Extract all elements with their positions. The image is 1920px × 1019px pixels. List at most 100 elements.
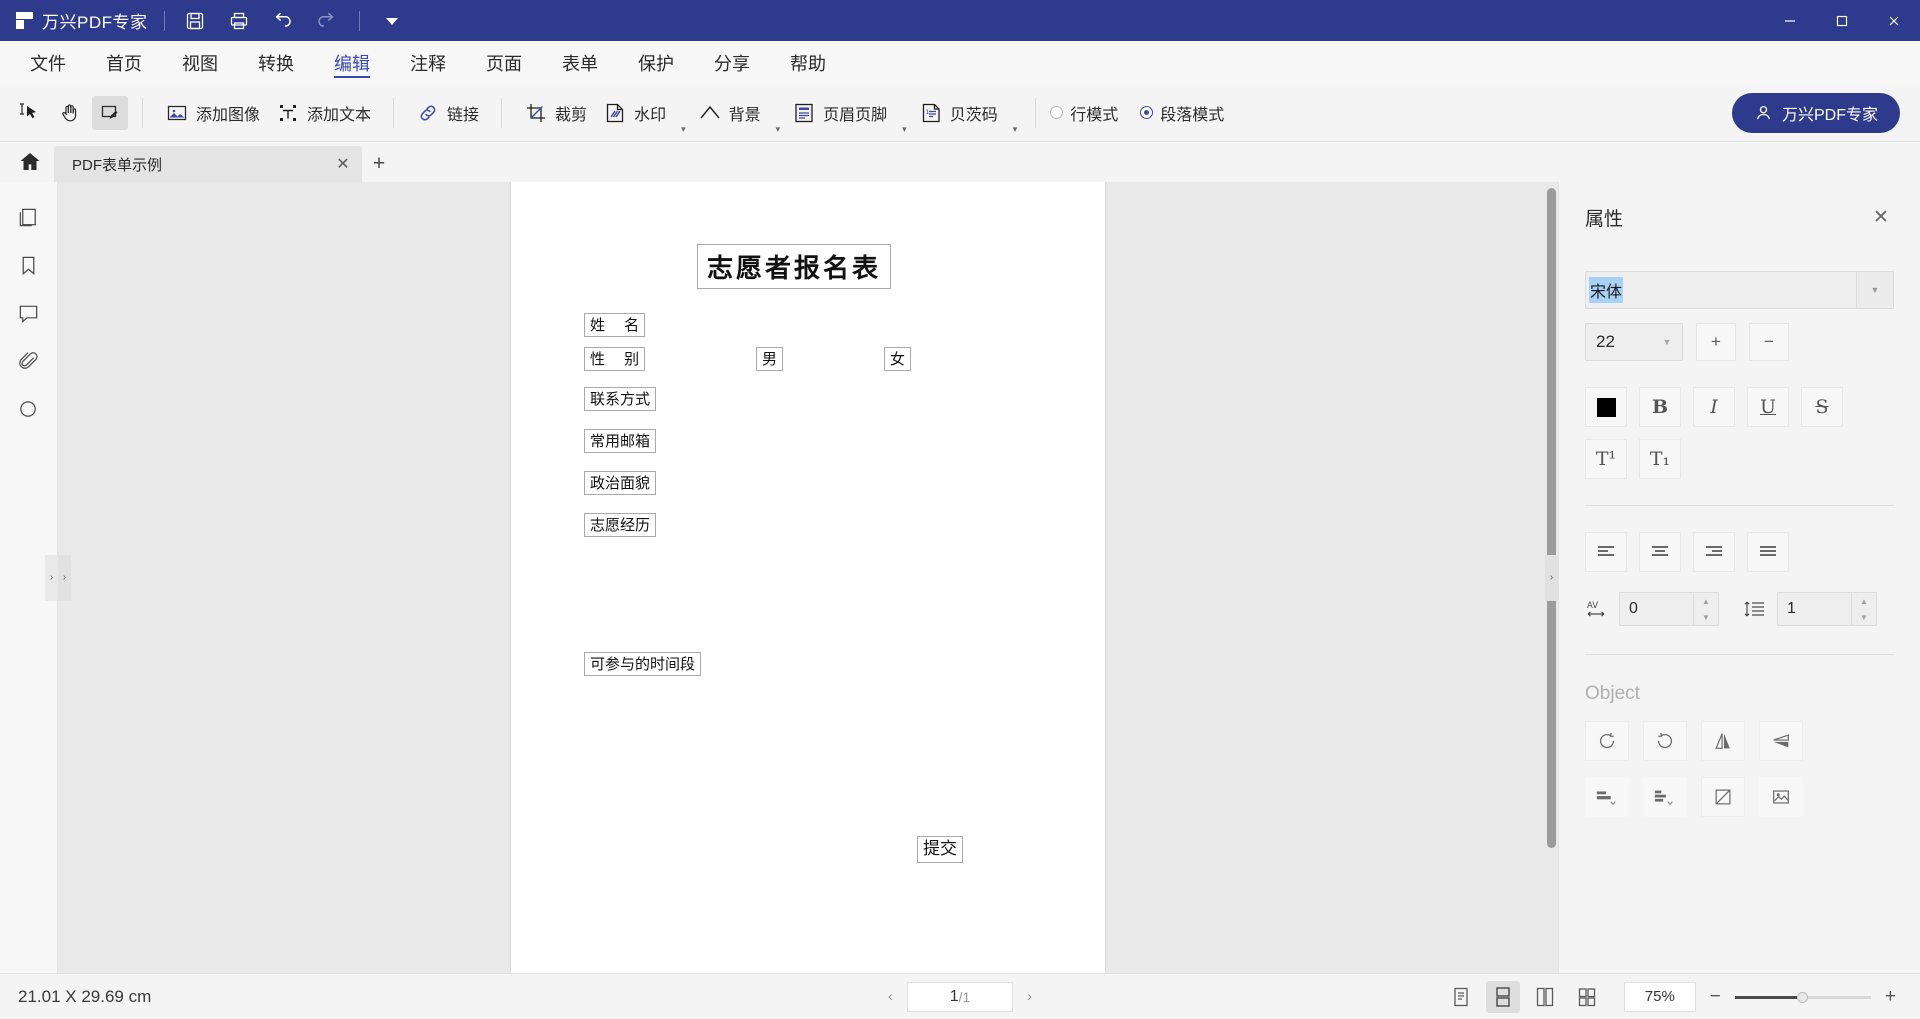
menu-item-file[interactable]: 文件 <box>10 41 86 84</box>
increase-font-size-button[interactable]: + <box>1696 323 1736 361</box>
print-icon[interactable] <box>225 7 253 35</box>
collapse-right-panel-handle[interactable]: › <box>1545 555 1558 601</box>
font-size-input[interactable]: 22 ▼ <box>1585 323 1683 361</box>
watermark-button[interactable]: 水印 <box>595 94 674 132</box>
pdf-page[interactable]: 志愿者报名表 姓 名 性 别 男 女 联系方式 常用邮箱 政治面貌 志愿经历 可… <box>511 182 1105 973</box>
menu-item-edit[interactable]: 编辑 <box>314 41 390 84</box>
menu-item-comment[interactable]: 注释 <box>390 41 466 84</box>
field-contact[interactable]: 联系方式 <box>584 387 656 411</box>
page-number-input[interactable]: 1 /1 <box>907 982 1013 1012</box>
add-text-button[interactable]: 添加文本 <box>268 94 379 132</box>
undo-icon[interactable] <box>269 7 297 35</box>
field-gender-female[interactable]: 女 <box>884 347 911 371</box>
submit-button-field[interactable]: 提交 <box>917 836 963 863</box>
italic-button[interactable]: I <box>1693 387 1735 427</box>
character-spacing-input[interactable]: 0 ▲ ▼ <box>1619 592 1719 626</box>
zoom-slider-handle[interactable] <box>1797 992 1808 1003</box>
account-button[interactable]: 万兴PDF专家 <box>1732 93 1900 133</box>
header-footer-button[interactable]: 页眉页脚 <box>784 94 895 132</box>
document-title-field[interactable]: 志愿者报名表 <box>697 244 891 289</box>
line-mode-radio[interactable]: 行模式 <box>1050 101 1118 125</box>
field-available-time[interactable]: 可参与的时间段 <box>584 652 701 676</box>
font-family-input[interactable]: 宋体 <box>1585 271 1856 309</box>
character-spacing-up-button[interactable]: ▲ <box>1694 593 1718 609</box>
thumbnails-panel-icon[interactable] <box>10 198 48 236</box>
menu-item-view[interactable]: 视图 <box>162 41 238 84</box>
align-justify-button[interactable] <box>1747 532 1789 572</box>
flip-horizontal-button[interactable] <box>1701 721 1745 761</box>
menu-item-convert[interactable]: 转换 <box>238 41 314 84</box>
line-spacing-down-button[interactable]: ▼ <box>1852 609 1876 625</box>
add-image-button[interactable]: 添加图像 <box>157 94 268 132</box>
edit-tool[interactable] <box>92 96 128 130</box>
canvas-scrollbar-thumb[interactable] <box>1547 188 1556 848</box>
bates-number-dropdown-icon[interactable]: ▾ <box>1009 124 1022 135</box>
field-gender[interactable]: 性 别 <box>584 347 645 371</box>
next-page-button[interactable]: › <box>1023 988 1036 1005</box>
menu-item-home[interactable]: 首页 <box>86 41 162 84</box>
background-dropdown-icon[interactable]: ▾ <box>772 124 785 135</box>
flip-vertical-button[interactable] <box>1759 721 1803 761</box>
save-icon[interactable] <box>181 7 209 35</box>
menu-item-help[interactable]: 帮助 <box>770 41 846 84</box>
search-panel-icon[interactable] <box>10 390 48 428</box>
align-right-button[interactable] <box>1693 532 1735 572</box>
underline-button[interactable]: U <box>1747 387 1789 427</box>
home-icon[interactable] <box>6 142 54 182</box>
field-email[interactable]: 常用邮箱 <box>584 429 656 453</box>
subscript-button[interactable]: T₁ <box>1639 439 1681 479</box>
header-footer-dropdown-icon[interactable]: ▾ <box>898 124 911 135</box>
strikethrough-button[interactable]: S <box>1801 387 1843 427</box>
background-button[interactable]: 背景 <box>690 94 769 132</box>
close-button[interactable] <box>1868 0 1920 41</box>
menu-item-form[interactable]: 表单 <box>542 41 618 84</box>
comments-panel-icon[interactable] <box>10 294 48 332</box>
character-spacing-down-button[interactable]: ▼ <box>1694 609 1718 625</box>
continuous-scroll-view-button[interactable] <box>1486 981 1520 1013</box>
two-page-view-button[interactable] <box>1528 981 1562 1013</box>
bold-button[interactable]: B <box>1639 387 1681 427</box>
zoom-slider[interactable] <box>1735 990 1871 1004</box>
maximize-button[interactable] <box>1816 0 1868 41</box>
replace-image-button[interactable] <box>1759 777 1803 817</box>
watermark-dropdown-icon[interactable]: ▾ <box>677 124 690 135</box>
redo-icon[interactable] <box>313 7 341 35</box>
menu-item-page[interactable]: 页面 <box>466 41 542 84</box>
align-objects-button[interactable] <box>1585 777 1629 817</box>
collapse-left-panel-handle[interactable]: › <box>58 555 71 601</box>
field-volunteer-experience[interactable]: 志愿经历 <box>584 513 656 537</box>
zoom-level-input[interactable]: 75% <box>1624 982 1696 1012</box>
select-tool[interactable] <box>12 96 48 130</box>
attachments-panel-icon[interactable] <box>10 342 48 380</box>
line-spacing-up-button[interactable]: ▲ <box>1852 593 1876 609</box>
field-name[interactable]: 姓 名 <box>584 313 645 337</box>
field-gender-male[interactable]: 男 <box>756 347 783 371</box>
expand-left-panel-button[interactable]: › <box>45 555 58 601</box>
zoom-in-button[interactable]: + <box>1879 986 1902 1008</box>
crop-object-button[interactable] <box>1701 777 1745 817</box>
font-color-button[interactable] <box>1585 387 1627 427</box>
single-page-view-button[interactable] <box>1444 981 1478 1013</box>
menu-item-share[interactable]: 分享 <box>694 41 770 84</box>
distribute-objects-button[interactable] <box>1643 777 1687 817</box>
customize-dropdown-icon[interactable] <box>378 7 406 35</box>
superscript-button[interactable]: T¹ <box>1585 439 1627 479</box>
bates-number-button[interactable]: 1 贝茨码 <box>911 94 1006 132</box>
close-icon[interactable]: ✕ <box>1868 205 1894 231</box>
crop-button[interactable]: 裁剪 <box>516 94 595 132</box>
hand-tool[interactable] <box>52 96 88 130</box>
align-center-button[interactable] <box>1639 532 1681 572</box>
align-left-button[interactable] <box>1585 532 1627 572</box>
four-page-view-button[interactable] <box>1570 981 1604 1013</box>
menu-item-protect[interactable]: 保护 <box>618 41 694 84</box>
field-political-status[interactable]: 政治面貌 <box>584 471 656 495</box>
close-icon[interactable]: ✕ <box>332 153 354 175</box>
link-button[interactable]: 链接 <box>408 94 487 132</box>
line-spacing-input[interactable]: 1 ▲ ▼ <box>1777 592 1877 626</box>
document-tab[interactable]: PDF表单示例 ✕ <box>54 146 362 182</box>
decrease-font-size-button[interactable]: − <box>1749 323 1789 361</box>
paragraph-mode-radio[interactable]: 段落模式 <box>1140 101 1224 125</box>
minimize-button[interactable] <box>1764 0 1816 41</box>
chevron-down-icon[interactable]: ▼ <box>1652 324 1682 360</box>
rotate-left-button[interactable] <box>1585 721 1629 761</box>
